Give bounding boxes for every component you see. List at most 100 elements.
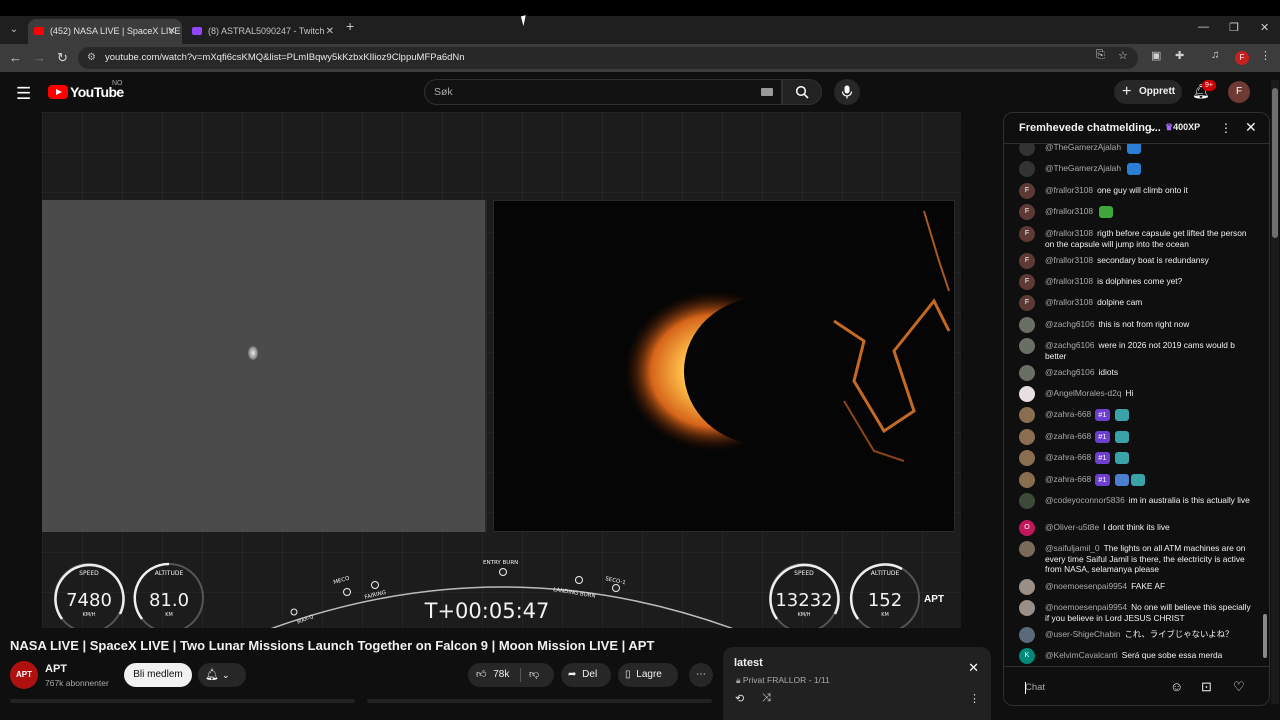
tab-search-button[interactable]: ⌄	[6, 21, 22, 39]
chat-author-avatar[interactable]	[1019, 450, 1035, 466]
chat-author-name[interactable]: @TheGamerzAjalah	[1045, 144, 1121, 152]
emoji-icon[interactable]: ☺	[1170, 679, 1183, 694]
media-control-icon[interactable]: ♫	[1211, 49, 1219, 61]
chat-author-name[interactable]: @zachg6106	[1045, 340, 1094, 350]
forward-icon[interactable]: →	[33, 50, 46, 65]
chat-author-name[interactable]: @user-ShigeChabin	[1045, 629, 1121, 639]
chat-author-name[interactable]: @noemoesenpai9954	[1045, 602, 1127, 612]
chat-author-name[interactable]: @frallor3108	[1045, 228, 1093, 238]
reload-icon[interactable]: ↻	[57, 50, 68, 66]
install-app-icon[interactable]: ⎘	[1096, 49, 1105, 62]
close-tab-icon[interactable]: ✕	[326, 19, 334, 44]
like-button[interactable]: 👍︎ 78k 👎︎	[468, 663, 554, 687]
heart-icon[interactable]: ♡	[1233, 679, 1245, 695]
chat-author-avatar[interactable]: F	[1019, 204, 1035, 220]
shuffle-icon[interactable]: ⤨	[762, 692, 771, 705]
chat-author-name[interactable]: @frallor3108	[1045, 276, 1093, 286]
chat-author-avatar[interactable]	[1019, 365, 1035, 381]
subscription-bell-button[interactable]: 🔔︎ ⌄	[198, 663, 246, 687]
chat-author-name[interactable]: @frallor3108	[1045, 206, 1093, 216]
thumbs-down-icon[interactable]: 👎︎	[529, 663, 539, 687]
chat-author-avatar[interactable]: F	[1019, 274, 1035, 290]
chat-author-name[interactable]: @saifuljamil_0	[1045, 543, 1100, 553]
close-tab-icon[interactable]: ✕	[168, 19, 176, 44]
chat-author-avatar[interactable]	[1019, 600, 1035, 616]
chat-mode-title[interactable]: Fremhevede chatmelding...	[1019, 122, 1161, 134]
chat-author-avatar[interactable]	[1019, 407, 1035, 423]
channel-name[interactable]: APT	[45, 663, 67, 675]
share-button[interactable]: ➦ Del	[561, 663, 611, 687]
bookmark-star-icon[interactable]: ☆	[1118, 49, 1128, 62]
super-chat-icon[interactable]: ⊡	[1201, 679, 1212, 695]
chat-author-name[interactable]: @zachg6106	[1045, 319, 1094, 329]
chat-author-avatar[interactable]: F	[1019, 183, 1035, 199]
puzzle-extensions-icon[interactable]: ✚	[1175, 49, 1184, 62]
chat-author-avatar[interactable]	[1019, 493, 1035, 509]
chat-author-avatar[interactable]	[1019, 161, 1035, 177]
chat-author-name[interactable]: @frallor3108	[1045, 185, 1093, 195]
page-scroll-thumb[interactable]	[1272, 88, 1278, 238]
chat-author-avatar[interactable]	[1019, 338, 1035, 354]
chat-author-avatar[interactable]	[1019, 429, 1035, 445]
chat-author-name[interactable]: @KelvimCavalcanti	[1045, 650, 1118, 660]
xp-badge[interactable]: ♛400XP	[1165, 122, 1200, 133]
chat-scrollbar[interactable]	[1262, 144, 1268, 664]
chat-input[interactable]: Chat	[1019, 679, 1169, 697]
chat-author-avatar[interactable]	[1019, 317, 1035, 333]
maximize-icon[interactable]: ❐	[1229, 21, 1239, 34]
chat-author-name[interactable]: @Oliver-u5t8e	[1045, 522, 1099, 532]
join-button[interactable]: Bli medlem	[124, 663, 192, 687]
channel-avatar[interactable]: APT	[10, 661, 38, 689]
chat-scroll-thumb[interactable]	[1263, 614, 1267, 658]
chat-author-name[interactable]: @AngelMorales-d2q	[1045, 388, 1121, 398]
chat-author-name[interactable]: @TheGamerzAjalah	[1045, 163, 1121, 173]
chat-author-name[interactable]: @zahra-668	[1045, 409, 1091, 419]
save-button[interactable]: ▯ Lagre	[618, 663, 678, 687]
chat-author-avatar[interactable]	[1019, 541, 1035, 557]
chat-author-name[interactable]: @frallor3108	[1045, 255, 1093, 265]
chat-author-avatar[interactable]	[1019, 472, 1035, 488]
video-player[interactable]: SPEED 7480 KM/H ALTITUDE 81.0 KM MAX-Q M…	[42, 112, 961, 628]
url-text[interactable]: youtube.com/watch?v=mXqfi6csKMQ&list=PLm…	[105, 52, 465, 63]
keyboard-icon[interactable]	[761, 88, 773, 96]
more-actions-button[interactable]: ⋯	[689, 663, 713, 687]
browser-menu-icon[interactable]: ⋮	[1260, 49, 1271, 62]
account-avatar[interactable]: F	[1228, 81, 1250, 103]
address-bar[interactable]: ⚙ youtube.com/watch?v=mXqfi6csKMQ&list=P…	[78, 47, 1138, 69]
chat-author-avatar[interactable]	[1019, 386, 1035, 402]
playlist-menu-icon[interactable]: ⋮	[969, 692, 980, 705]
close-playlist-icon[interactable]: ✕	[968, 660, 979, 676]
chat-author-avatar[interactable]: F	[1019, 295, 1035, 311]
loop-icon[interactable]: ⟲	[735, 692, 744, 705]
chat-author-avatar[interactable]	[1019, 579, 1035, 595]
chat-author-name[interactable]: @zachg6106	[1045, 367, 1094, 377]
chat-author-name[interactable]: @noemoesenpai9954	[1045, 581, 1127, 591]
browser-profile-avatar[interactable]: F	[1235, 51, 1249, 65]
playlist-title[interactable]: latest	[734, 657, 763, 669]
chat-author-name[interactable]: @zahra-668	[1045, 452, 1091, 462]
close-window-icon[interactable]: ✕	[1260, 21, 1269, 34]
close-chat-icon[interactable]: ✕	[1245, 119, 1257, 136]
chat-author-avatar[interactable]	[1019, 627, 1035, 643]
chat-author-name[interactable]: @codeyoconnor5836	[1045, 495, 1125, 505]
menu-icon[interactable]: ☰	[16, 84, 31, 104]
search-button[interactable]	[782, 79, 822, 105]
chat-author-name[interactable]: @zahra-668	[1045, 431, 1091, 441]
chevron-down-icon[interactable]: ⌄	[1148, 121, 1157, 134]
search-input[interactable]: Søk	[424, 79, 782, 105]
voice-search-button[interactable]	[834, 79, 860, 105]
chat-author-avatar[interactable]: K	[1019, 648, 1035, 664]
chat-options-icon[interactable]: ⋮	[1220, 121, 1232, 135]
chat-author-avatar[interactable]	[1019, 144, 1035, 156]
chat-author-name[interactable]: @zahra-668	[1045, 474, 1091, 484]
chat-author-avatar[interactable]: F	[1019, 226, 1035, 242]
browser-tab-youtube[interactable]: (452) NASA LIVE | SpaceX LIVE | ✕	[28, 19, 182, 44]
site-info-icon[interactable]: ⚙	[87, 52, 99, 64]
create-button[interactable]: + Opprett	[1114, 80, 1182, 104]
minimize-icon[interactable]: —	[1198, 21, 1209, 33]
chat-author-name[interactable]: @frallor3108	[1045, 297, 1093, 307]
new-tab-button[interactable]: +	[346, 18, 354, 34]
extension-icon[interactable]: ▣	[1151, 49, 1161, 62]
page-scrollbar[interactable]	[1271, 80, 1279, 704]
chat-author-avatar[interactable]: F	[1019, 253, 1035, 269]
